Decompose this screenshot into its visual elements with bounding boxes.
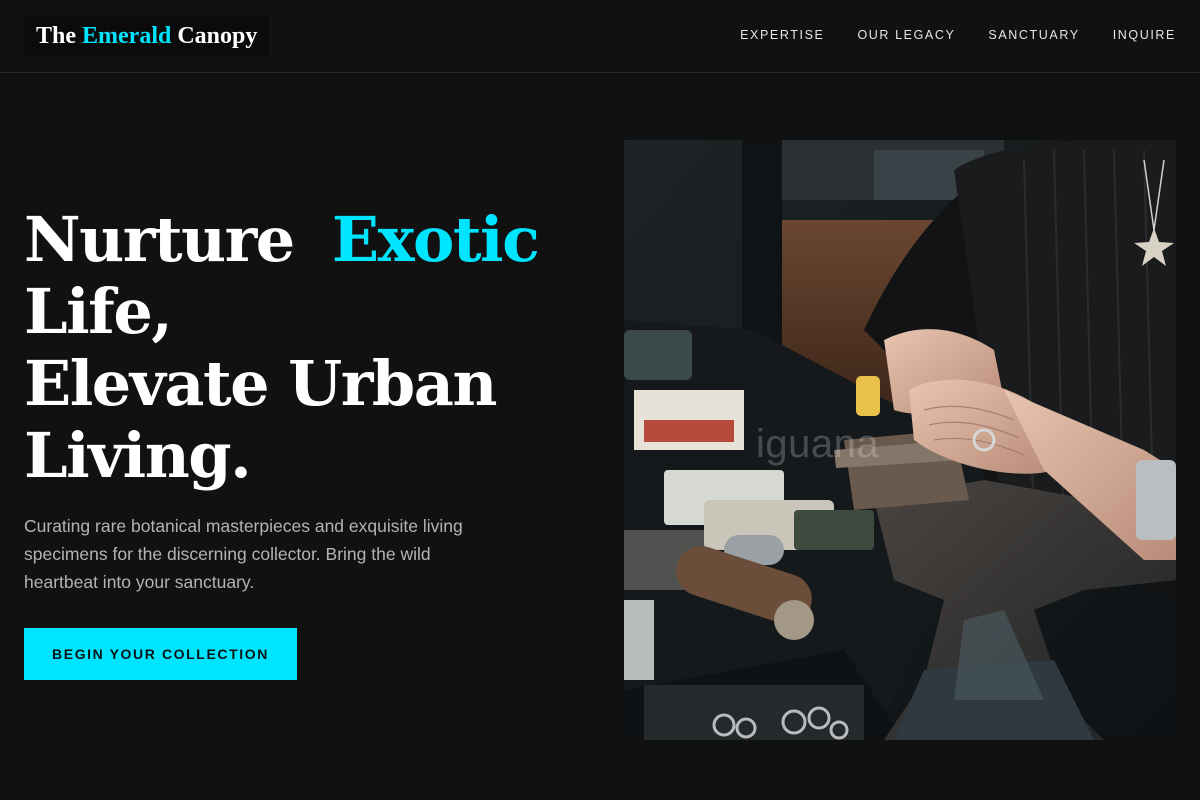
hero-image: iguana — [624, 140, 1176, 740]
brand-name-accent: Emerald — [82, 22, 172, 49]
main-nav: EXPERTISE OUR LEGACY SANCTUARY INQUIRE — [740, 27, 1176, 43]
brand-logo[interactable]: The Emerald Canopy — [24, 16, 270, 56]
site-header: The Emerald Canopy EXPERTISE OUR LEGACY … — [0, 0, 1200, 73]
nav-link-inquire[interactable]: INQUIRE — [1113, 27, 1176, 43]
headline-line-1: Nurture Exotic — [24, 204, 584, 276]
nav-link-our-legacy[interactable]: OUR LEGACY — [857, 27, 955, 43]
image-watermark: iguana — [756, 422, 880, 466]
headline-line-4: Living. — [24, 419, 252, 492]
begin-collection-button[interactable]: BEGIN YOUR COLLECTION — [24, 628, 297, 680]
hero-headline: Nurture Exotic Life, Elevate Urban Livin… — [24, 204, 584, 492]
headline-word-nurture: Nurture — [24, 203, 314, 276]
headline-line-2: Life, — [24, 275, 173, 348]
brand-name-prefix: The — [36, 22, 77, 49]
workshop-photo-illustration — [624, 140, 1176, 740]
nav-link-expertise[interactable]: EXPERTISE — [740, 27, 824, 43]
nav-link-sanctuary[interactable]: SANCTUARY — [988, 27, 1079, 43]
headline-line-3: Elevate Urban — [24, 347, 497, 420]
hero-subtext: Curating rare botanical masterpieces and… — [24, 516, 463, 592]
headline-word-exotic: Exotic — [331, 203, 540, 276]
brand-name-suffix: Canopy — [177, 22, 258, 49]
